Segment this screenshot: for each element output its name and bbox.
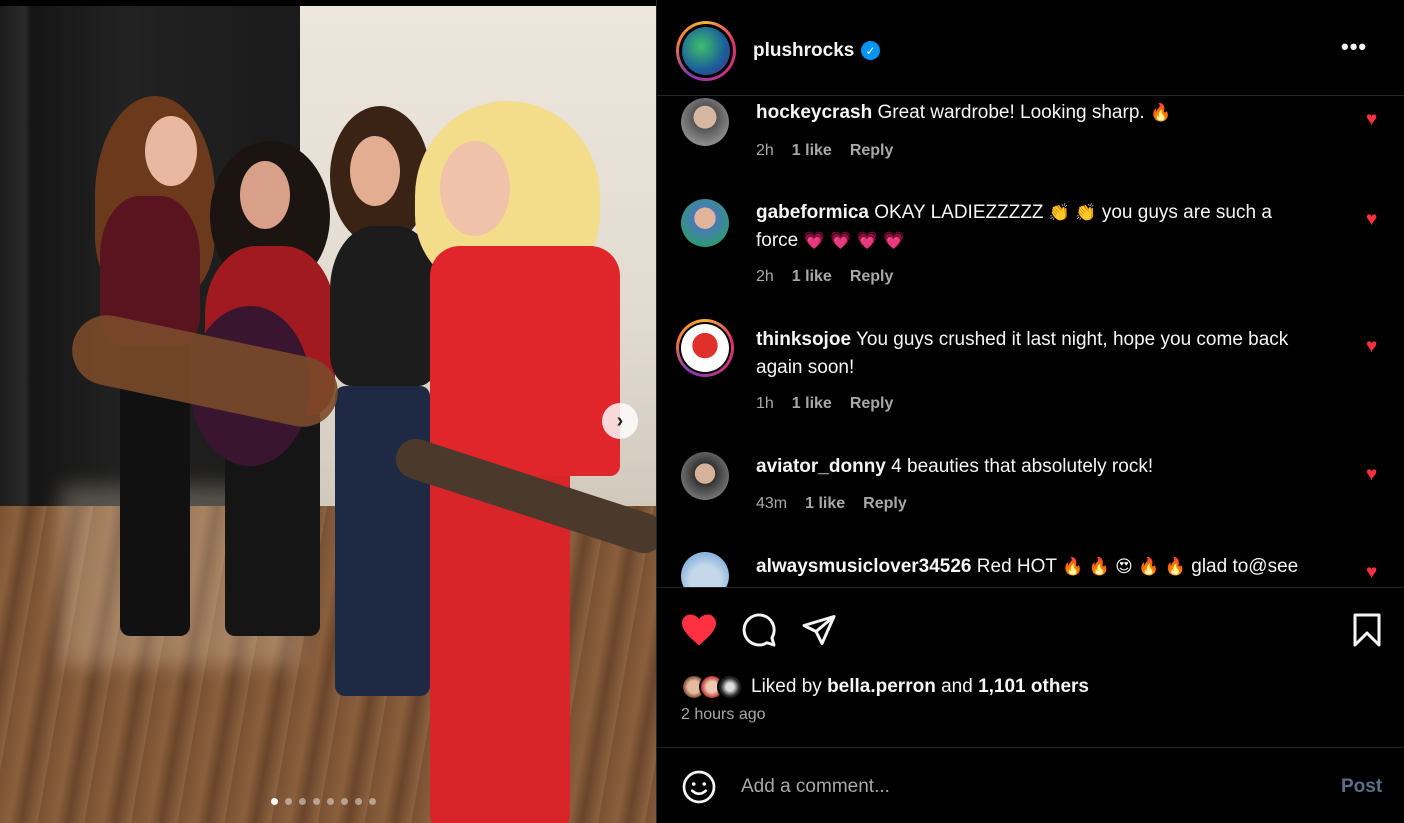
verified-badge-icon: ✓ — [861, 41, 880, 60]
comment-meta: 2h 1 like Reply — [756, 142, 893, 160]
reply-button[interactable]: Reply — [850, 142, 894, 160]
comment-time: 43m — [756, 495, 788, 512]
bookmark-icon — [1353, 613, 1381, 647]
person-4-face — [440, 141, 510, 236]
carousel-dot — [341, 798, 348, 805]
carousel-dot — [355, 798, 362, 805]
liked-by-user[interactable]: bella.perron — [827, 676, 936, 697]
carousel-dots — [271, 798, 376, 805]
person-4-body — [430, 246, 620, 476]
carousel-next-button[interactable]: › — [602, 403, 638, 439]
post-time[interactable]: 2 hours ago — [681, 706, 766, 724]
commenter-avatar[interactable] — [681, 552, 729, 587]
comment-text-2: glad to@see — [1191, 556, 1299, 577]
person-1-face — [145, 116, 197, 186]
post-actions: Liked by bella.perron and 1,101 others 2… — [657, 587, 1404, 747]
comment-emoji: 🔥 — [1149, 103, 1172, 123]
reply-button[interactable]: Reply — [863, 495, 907, 513]
comment-username[interactable]: gabeformica — [756, 202, 869, 223]
comment-input[interactable]: Add a comment... — [741, 776, 890, 798]
comment-emoji-2: 💗 💗 💗 💗 — [803, 231, 905, 251]
comment-text: Red HOT — [976, 556, 1057, 577]
comment-time: 2h — [756, 268, 774, 285]
comment-time: 2h — [756, 142, 774, 159]
post-comment-button[interactable]: Post — [1341, 776, 1382, 798]
comment-username[interactable]: alwaysmusiclover34526 — [756, 556, 972, 577]
comment-time: 1h — [756, 395, 774, 412]
comment-emoji: 🔥 🔥 😍 🔥 🔥 — [1061, 557, 1186, 577]
share-button[interactable] — [799, 610, 839, 650]
carousel-dot — [369, 798, 376, 805]
liked-by-others[interactable]: 1,101 others — [978, 676, 1089, 697]
emoji-picker-icon[interactable] — [681, 769, 717, 805]
comment-text: OKAY LADIEZZZZZ — [874, 202, 1044, 223]
liker-avatar — [717, 674, 743, 700]
person-2-face — [240, 161, 290, 229]
post-photo[interactable]: › — [0, 6, 656, 823]
like-button[interactable] — [679, 610, 719, 650]
post-header: plushrocks ✓ ••• — [657, 6, 1404, 96]
heart-filled-icon[interactable]: ♥ — [1366, 210, 1386, 229]
comment-likes[interactable]: 1 like — [792, 142, 832, 160]
comment-likes[interactable]: 1 like — [792, 395, 832, 413]
comments-list[interactable]: hockeycrash Great wardrobe! Looking shar… — [657, 97, 1404, 587]
post-side-panel: plushrocks ✓ ••• hockeycrash Great wardr… — [656, 0, 1404, 823]
commenter-avatar[interactable] — [681, 98, 729, 146]
carousel-dot — [327, 798, 334, 805]
author-username[interactable]: plushrocks — [753, 40, 854, 62]
save-button[interactable] — [1347, 610, 1387, 650]
carousel-dot — [271, 798, 278, 805]
carousel-dot — [285, 798, 292, 805]
comment-bubble-icon — [742, 613, 776, 647]
author-avatar[interactable] — [676, 21, 736, 81]
commenter-avatar[interactable] — [681, 199, 729, 247]
heart-filled-icon[interactable]: ♥ — [1366, 563, 1386, 582]
carousel-dot — [299, 798, 306, 805]
liked-by-and: and — [941, 676, 973, 697]
comment-meta: 43m 1 like Reply — [756, 495, 907, 513]
more-options-icon[interactable]: ••• — [1341, 34, 1367, 60]
liked-by-prefix: Liked by — [751, 676, 822, 697]
comment-text: 4 beauties that absolutely rock! — [891, 456, 1154, 477]
comment-emoji: 👏 👏 — [1048, 203, 1097, 223]
heart-filled-icon[interactable]: ♥ — [1366, 337, 1386, 356]
comment-likes[interactable]: 1 like — [792, 268, 832, 286]
reply-button[interactable]: Reply — [850, 395, 894, 413]
comment-likes[interactable]: 1 like — [805, 495, 845, 513]
chevron-right-icon: › — [616, 409, 624, 432]
comment-meta: 2h 1 like Reply — [756, 268, 893, 286]
likes-summary[interactable]: Liked by bella.perron and 1,101 others — [681, 674, 1089, 700]
heart-filled-icon[interactable]: ♥ — [1366, 110, 1386, 129]
heart-filled-icon — [682, 614, 716, 646]
person-3-legs — [335, 386, 430, 696]
story-ring[interactable] — [676, 319, 734, 377]
commenter-avatar[interactable] — [681, 452, 729, 500]
comment-text: Great wardrobe! Looking sharp. — [877, 102, 1145, 123]
comment-username[interactable]: thinksojoe — [756, 329, 851, 350]
comment-username[interactable]: hockeycrash — [756, 102, 872, 123]
comment-meta: 1h 1 like Reply — [756, 395, 893, 413]
reply-button[interactable]: Reply — [850, 268, 894, 286]
comment-username[interactable]: aviator_donny — [756, 456, 886, 477]
heart-filled-icon[interactable]: ♥ — [1366, 465, 1386, 484]
comment-composer: Add a comment... Post — [657, 747, 1404, 823]
carousel-dot — [313, 798, 320, 805]
paper-plane-icon — [802, 615, 836, 645]
comment-button[interactable] — [739, 610, 779, 650]
person-3-face — [350, 136, 400, 206]
